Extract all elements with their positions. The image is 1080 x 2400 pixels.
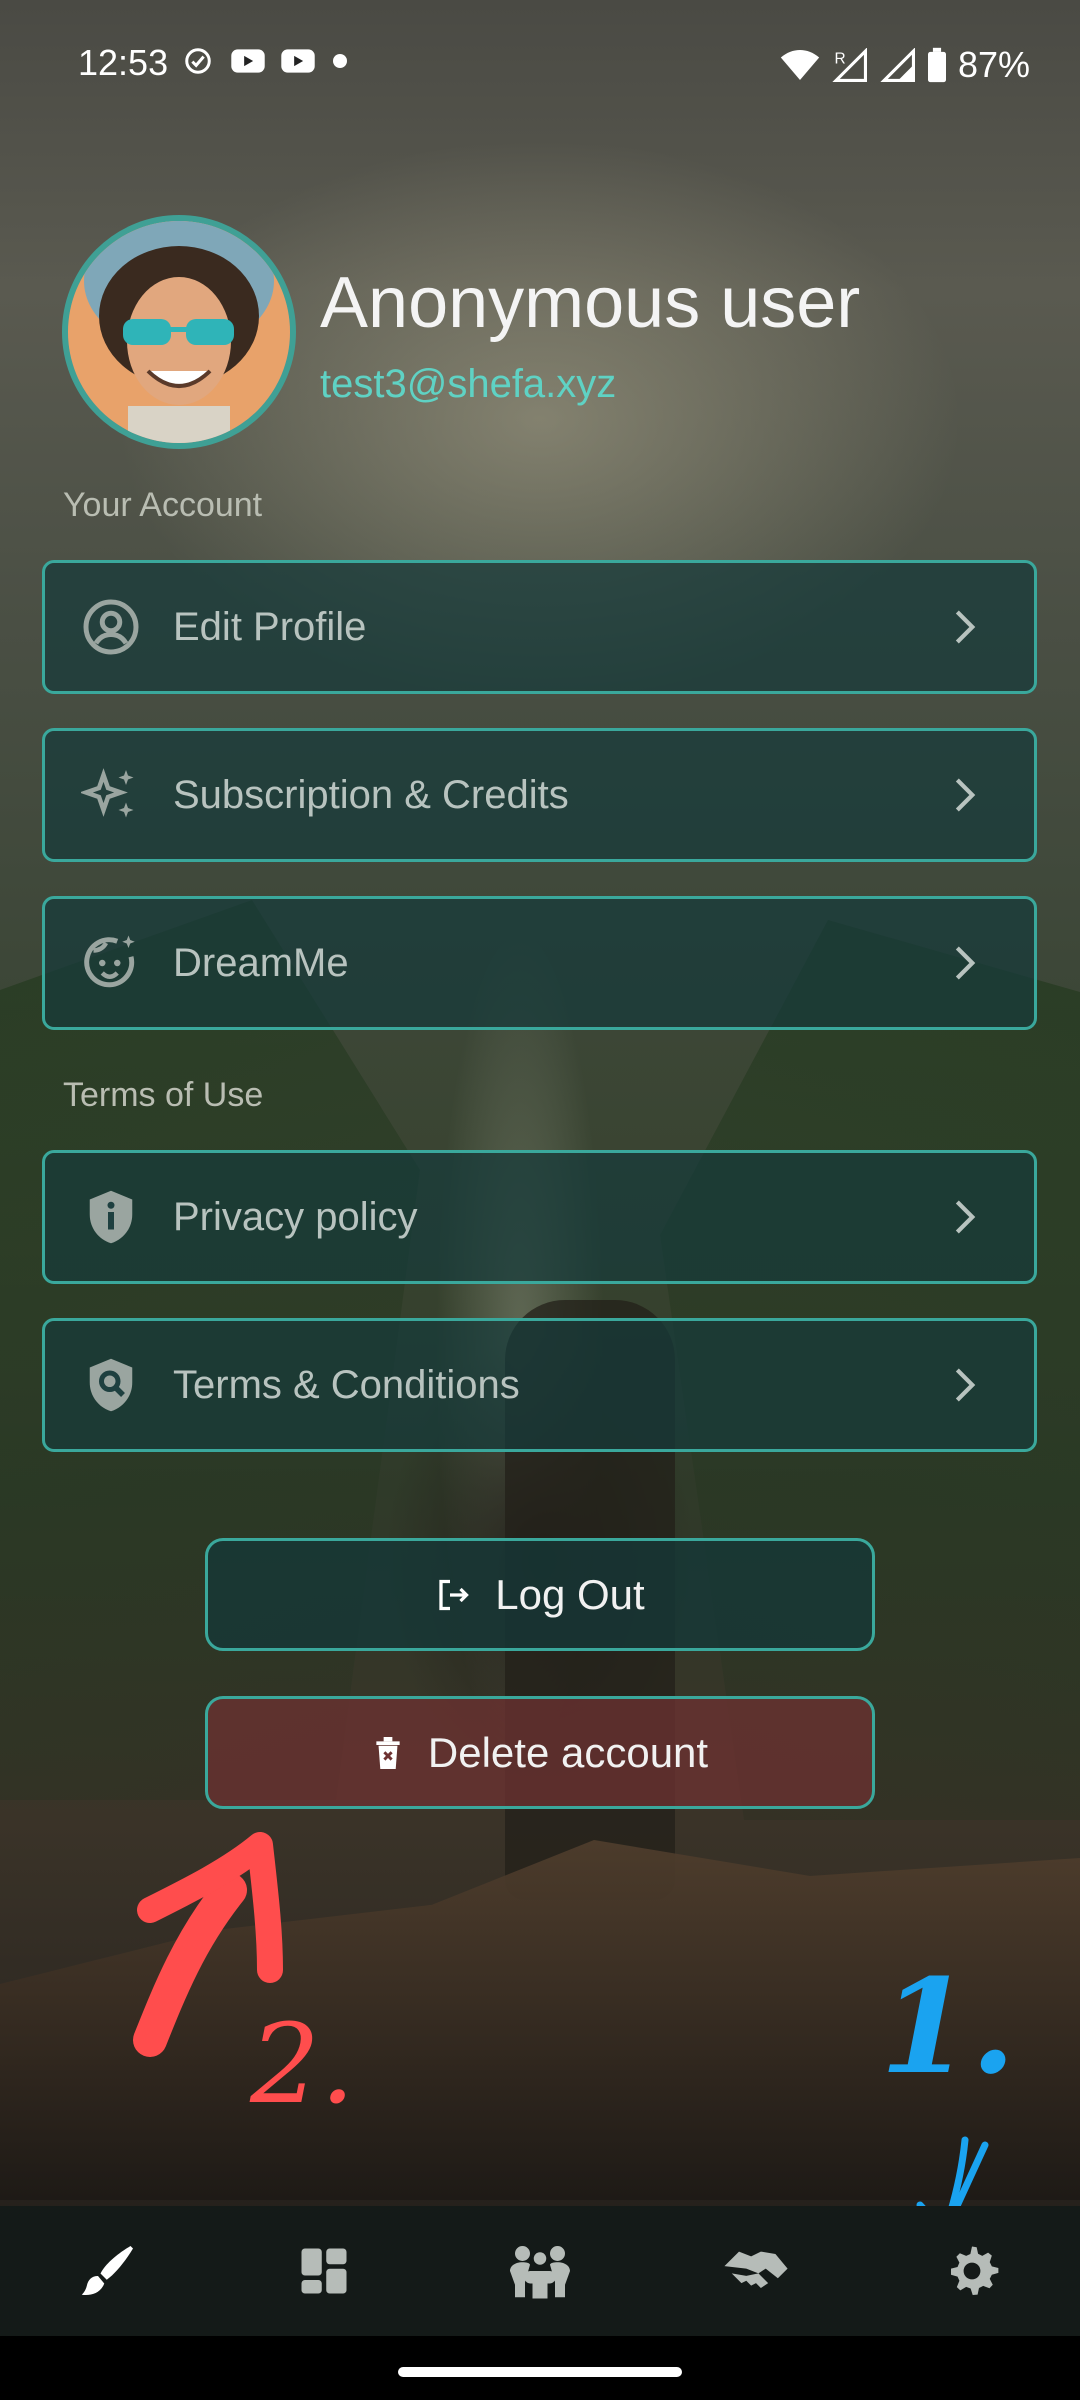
nav-settings[interactable] [922,2221,1022,2321]
community-icon [510,2246,570,2299]
avatar[interactable] [62,215,296,449]
menu-item-dreamme[interactable]: DreamMe [42,896,1037,1030]
logout-icon [439,1579,470,1610]
nav-dashboard[interactable] [274,2221,374,2321]
menu-item-terms-conditions[interactable]: Terms & Conditions [42,1318,1037,1452]
menu-label-terms-conditions: Terms & Conditions [173,1362,520,1407]
svg-text:R: R [834,50,845,67]
section-label-account: Your Account [63,486,263,524]
menu-item-edit-profile[interactable]: Edit Profile [42,560,1037,694]
settings-gear-icon [951,2246,999,2296]
nav-handshake[interactable] [706,2221,806,2321]
section-label-terms: Terms of Use [63,1076,264,1114]
check-circle-icon [185,48,211,74]
annotation-step-1: 1. [880,1950,1016,2103]
bottom-navigation [0,2206,1080,2336]
user-circle-icon [83,599,139,655]
chevron-right-icon [955,1368,976,1402]
logout-label: Log Out [495,1570,645,1618]
signal-roaming-icon: R [832,48,867,82]
logout-button[interactable]: Log Out [205,1538,875,1651]
youtube-icon [231,49,265,73]
dot-icon [333,54,347,68]
battery-icon [927,47,946,83]
sparkles-icon [81,768,134,818]
face-sparkle-icon [84,935,135,988]
trash-icon [376,1736,400,1769]
home-gesture-handle[interactable] [398,2367,682,2377]
signal-icon [880,48,915,82]
battery-percentage: 87% [957,44,1030,85]
brush-icon [81,2246,133,2296]
chevron-right-icon [955,946,976,980]
menu-item-privacy-policy[interactable]: Privacy policy [42,1150,1037,1284]
chevron-right-icon [955,610,976,644]
youtube-icon [281,49,315,73]
chevron-right-icon [955,1200,976,1234]
shield-info-icon [89,1190,133,1244]
delete-account-label: Delete account [427,1728,709,1776]
nav-community[interactable] [490,2221,590,2321]
menu-label-subscription-credits: Subscription & Credits [173,772,569,817]
nav-create[interactable] [58,2221,158,2321]
status-time: 12:53 [78,42,169,83]
avatar-portrait [68,221,290,443]
dashboard-icon [301,2248,347,2294]
user-name: Anonymous user [320,263,861,343]
handshake-icon [724,2251,788,2288]
shield-search-icon [89,1358,133,1412]
menu-label-edit-profile: Edit Profile [173,604,367,649]
delete-account-button[interactable]: Delete account [205,1696,875,1809]
user-email: test3@shefa.xyz [320,362,617,406]
status-bar: 12:53 R 87% [0,0,1080,130]
status-system-icons: R 87% [780,44,1030,86]
status-notification-icons [180,46,350,76]
wifi-icon [780,50,820,80]
menu-label-privacy-policy: Privacy policy [173,1194,418,1239]
chevron-right-icon [955,778,976,812]
menu-item-subscription-credits[interactable]: Subscription & Credits [42,728,1037,862]
menu-label-dreamme: DreamMe [173,940,349,985]
annotation-step-2: 2. [250,2000,355,2128]
